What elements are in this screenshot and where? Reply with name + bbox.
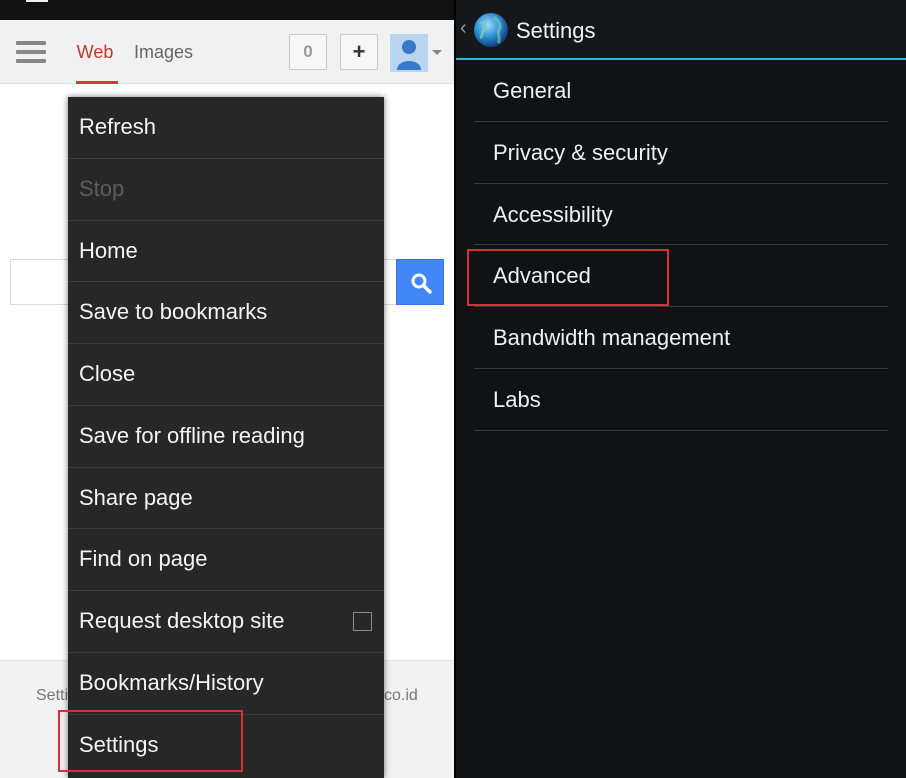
browser-screen: Web Images 0 + Setti co.id Refresh Stop … xyxy=(0,0,454,778)
page-title: Settings xyxy=(516,18,596,43)
menu-item-home[interactable]: Home xyxy=(68,221,384,283)
menu-item-label: Request desktop site xyxy=(79,608,285,633)
footer-domain-link[interactable]: co.id xyxy=(384,687,418,705)
menu-item-close[interactable]: Close xyxy=(68,344,384,406)
tab-web[interactable]: Web xyxy=(64,20,126,84)
settings-item-general[interactable]: General xyxy=(474,60,888,122)
footer-settings-link[interactable]: Setti xyxy=(36,687,68,705)
avatar[interactable] xyxy=(390,34,428,72)
share-plus-button[interactable]: + xyxy=(340,34,378,70)
notification-count-button[interactable]: 0 xyxy=(289,34,327,70)
menu-item-label: Stop xyxy=(79,175,125,201)
settings-item-accessibility[interactable]: Accessibility xyxy=(474,184,888,246)
highlight-box-settings xyxy=(58,710,243,772)
menu-item-find-on-page[interactable]: Find on page xyxy=(68,529,384,591)
status-bar xyxy=(0,0,454,20)
search-icon xyxy=(411,273,432,294)
settings-item-label: Bandwidth management xyxy=(493,325,731,350)
status-icon xyxy=(26,0,48,2)
settings-item-bandwidth-management[interactable]: Bandwidth management xyxy=(474,307,888,369)
settings-item-label: Accessibility xyxy=(493,201,613,227)
tab-images[interactable]: Images xyxy=(134,20,193,84)
tab-web-label: Web xyxy=(76,42,114,62)
person-icon xyxy=(397,40,421,70)
settings-list: General Privacy & security Accessibility… xyxy=(474,60,888,431)
menu-item-label: Refresh xyxy=(79,114,157,139)
google-top-bar: Web Images 0 + xyxy=(0,20,454,84)
menu-item-refresh[interactable]: Refresh xyxy=(68,97,384,159)
browser-globe-icon[interactable] xyxy=(472,11,510,49)
settings-item-label: Labs xyxy=(493,386,541,412)
highlight-box-advanced xyxy=(467,249,669,306)
menu-item-request-desktop-site[interactable]: Request desktop site xyxy=(68,591,384,653)
menu-item-label: Home xyxy=(79,237,138,263)
menu-item-save-offline[interactable]: Save for offline reading xyxy=(68,406,384,468)
menu-item-share-page[interactable]: Share page xyxy=(68,468,384,530)
menu-item-label: Save for offline reading xyxy=(79,422,305,448)
back-chevron-icon[interactable]: ‹ xyxy=(460,17,467,40)
search-button[interactable] xyxy=(396,259,444,305)
menu-item-label: Find on page xyxy=(79,546,208,572)
menu-item-label: Bookmarks/History xyxy=(79,669,264,695)
menu-item-label: Share page xyxy=(79,484,193,510)
settings-item-privacy-security[interactable]: Privacy & security xyxy=(474,122,888,184)
settings-item-label: General xyxy=(493,78,572,103)
action-bar: ‹ Settings xyxy=(456,0,906,60)
overflow-menu: Refresh Stop Home Save to bookmarks Clos… xyxy=(68,97,384,778)
settings-screen: ‹ Settings General Privacy & security Ac… xyxy=(456,0,906,778)
settings-item-label: Privacy & security xyxy=(493,139,668,165)
menu-icon[interactable] xyxy=(16,41,46,63)
active-tab-indicator xyxy=(76,81,118,84)
desktop-site-checkbox[interactable] xyxy=(353,612,372,631)
chevron-down-icon[interactable] xyxy=(432,50,442,55)
settings-item-labs[interactable]: Labs xyxy=(474,369,888,431)
menu-item-label: Close xyxy=(79,361,136,386)
menu-item-bookmarks-history[interactable]: Bookmarks/History xyxy=(68,653,384,715)
menu-item-stop: Stop xyxy=(68,159,384,221)
menu-item-label: Save to bookmarks xyxy=(79,299,268,325)
menu-item-save-to-bookmarks[interactable]: Save to bookmarks xyxy=(68,282,384,344)
